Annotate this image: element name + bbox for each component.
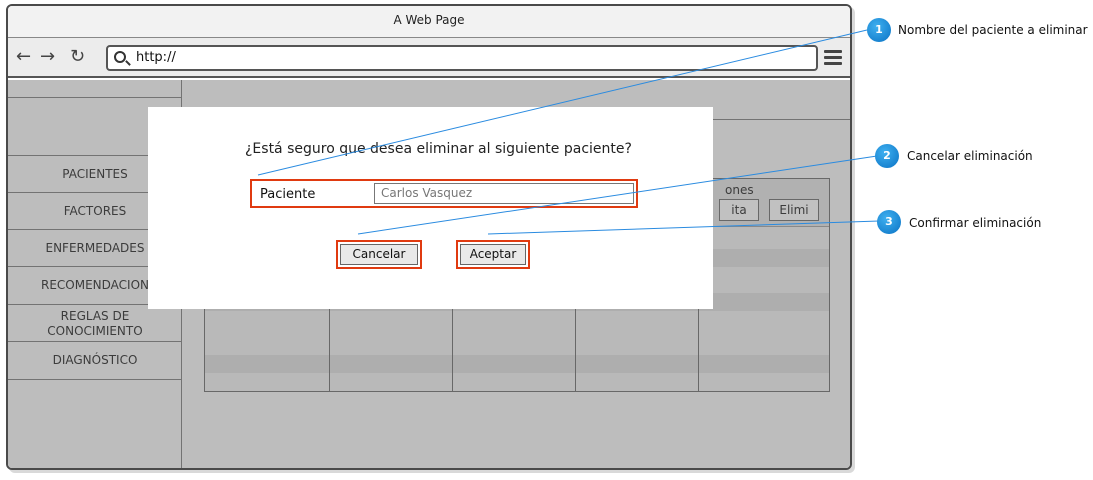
cancel-button-highlight: Cancelar — [336, 240, 422, 269]
delete-confirmation-dialog: ¿Está seguro que desea eliminar al sigui… — [148, 107, 713, 309]
accept-button-highlight: Aceptar — [456, 240, 530, 269]
arrow-right-icon[interactable]: → — [40, 48, 55, 66]
callout-text-1: Nombre del paciente a eliminar — [898, 23, 1088, 37]
dialog-question: ¿Está seguro que desea eliminar al sigui… — [245, 141, 632, 157]
page-title: A Web Page — [393, 13, 465, 27]
patient-name-field[interactable]: Carlos Vasquez — [374, 183, 634, 204]
browser-title-bar: A Web Page — [8, 6, 850, 38]
reload-icon[interactable]: ↻ — [70, 48, 85, 66]
callout-text-3: Confirmar eliminación — [909, 216, 1042, 230]
callout-number: 2 — [883, 149, 891, 162]
accept-button-label: Aceptar — [469, 247, 517, 261]
patient-field-label: Paciente — [260, 187, 316, 202]
callout-badge-1: 1 — [867, 18, 891, 42]
hamburger-menu-icon[interactable] — [824, 50, 842, 66]
address-bar[interactable]: http:// — [106, 45, 818, 71]
accept-button[interactable]: Aceptar — [460, 244, 526, 265]
patient-field-highlight: Paciente Carlos Vasquez — [250, 179, 638, 208]
browser-toolbar: ← → ↻ http:// — [8, 38, 850, 78]
cancel-button[interactable]: Cancelar — [340, 244, 418, 265]
browser-window: A Web Page ← → ↻ http:// PACIENTES FACTO… — [6, 4, 852, 470]
search-icon — [114, 51, 126, 63]
callout-number: 1 — [875, 23, 883, 36]
patient-name-value: Carlos Vasquez — [381, 186, 473, 200]
callout-number: 3 — [885, 215, 893, 228]
url-text: http:// — [136, 50, 176, 65]
cancel-button-label: Cancelar — [352, 247, 406, 261]
arrow-left-icon[interactable]: ← — [16, 48, 31, 66]
callout-badge-2: 2 — [875, 144, 899, 168]
annotated-screenshot: A Web Page ← → ↻ http:// PACIENTES FACTO… — [0, 0, 1093, 480]
callout-text-2: Cancelar eliminación — [907, 149, 1033, 163]
callout-badge-3: 3 — [877, 210, 901, 234]
